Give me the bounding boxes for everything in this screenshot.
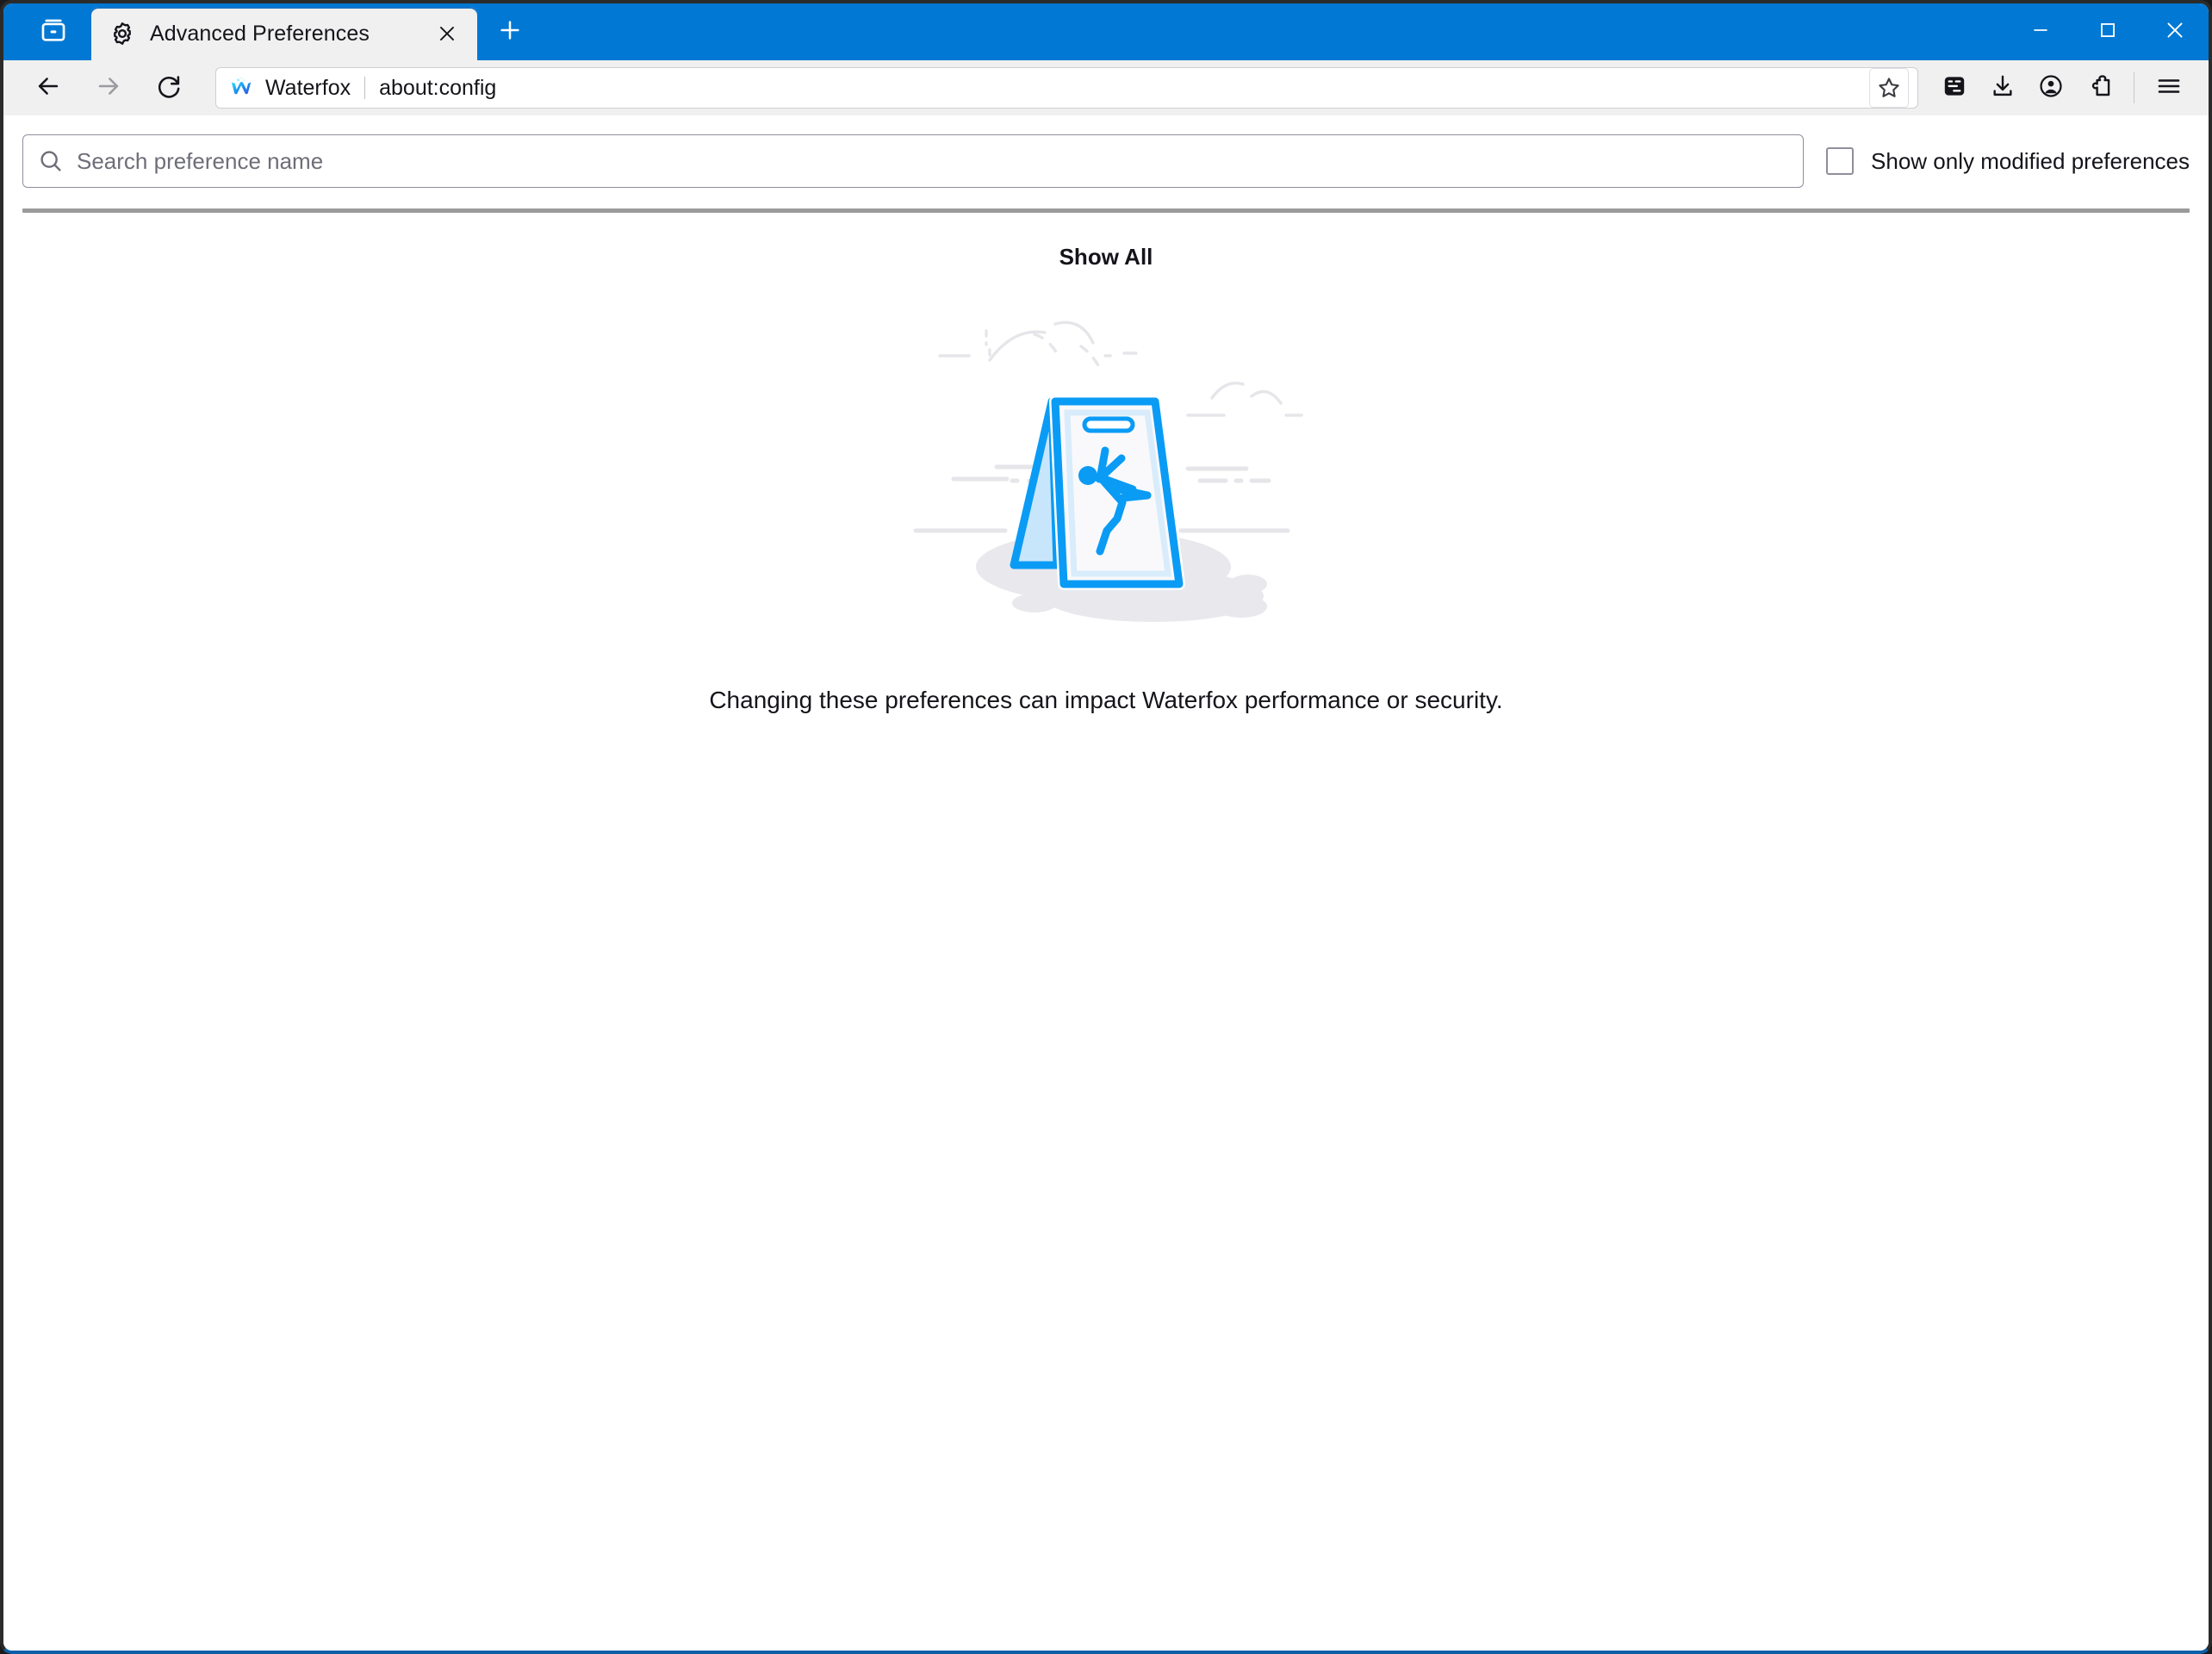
back-button[interactable] [24, 64, 72, 112]
new-tab-button[interactable] [486, 8, 534, 56]
puzzle-piece-icon [2085, 72, 2113, 104]
reload-icon [154, 72, 183, 105]
titlebar: Advanced Preferences [3, 3, 2209, 60]
navigation-toolbar: Waterfox about:config [3, 60, 2209, 115]
tab-close-button[interactable] [429, 16, 465, 52]
firefox-view-button[interactable] [22, 7, 84, 57]
close-button[interactable] [2141, 3, 2209, 60]
about-config-page: Show only modified preferences Show All [3, 115, 2209, 1651]
close-icon [2163, 18, 2187, 47]
minimize-button[interactable] [2007, 3, 2074, 60]
wet-floor-caution-sign-illustration [904, 293, 1308, 642]
window-controls [2007, 3, 2209, 60]
urlbar-brand-label: Waterfox [265, 75, 351, 100]
illustration-container [3, 293, 2209, 642]
waterfox-logo-icon [228, 75, 254, 101]
content-divider [22, 208, 2190, 213]
gear-icon [109, 20, 136, 47]
forward-button [84, 64, 133, 112]
extensions-button[interactable] [2075, 64, 2123, 112]
app-menu-button[interactable] [2145, 64, 2193, 112]
account-circle-icon [2037, 72, 2065, 104]
show-all-button[interactable]: Show All [3, 244, 2209, 270]
save-to-pocket-button[interactable] [1930, 64, 1979, 112]
tabstrip: Advanced Preferences [84, 3, 2007, 60]
maximize-icon [2097, 19, 2119, 46]
search-row: Show only modified preferences [3, 115, 2209, 188]
search-input[interactable] [77, 147, 1790, 175]
download-icon [1989, 72, 2016, 104]
downloads-button[interactable] [1979, 64, 2027, 112]
browser-window: Advanced Preferences Waterfox about:conf… [0, 0, 2212, 1654]
search-preference-box[interactable] [22, 134, 1805, 188]
show-only-modified-label: Show only modified preferences [1871, 147, 2190, 174]
urlbar-text[interactable]: about:config [379, 76, 1869, 101]
show-only-modified-checkbox[interactable] [1826, 147, 1855, 175]
tab-advanced-preferences[interactable]: Advanced Preferences [91, 7, 477, 60]
search-icon [37, 147, 65, 175]
tab-list-icon [39, 16, 68, 49]
minimize-icon [2029, 19, 2052, 46]
show-only-modified-row[interactable]: Show only modified preferences [1826, 147, 2190, 175]
arrow-right-icon [94, 72, 123, 105]
arrow-left-icon [34, 72, 63, 105]
warning-message: Changing these preferences can impact Wa… [709, 687, 1503, 713]
pocket-icon [1941, 72, 1968, 104]
plus-icon [497, 17, 523, 47]
urlbar-separator [364, 77, 366, 99]
url-bar[interactable]: Waterfox about:config [215, 67, 1918, 109]
reload-button[interactable] [145, 64, 193, 112]
tab-title: Advanced Preferences [150, 21, 370, 46]
account-button[interactable] [2027, 64, 2075, 112]
hamburger-menu-icon [2154, 72, 2184, 105]
bookmark-star-button[interactable] [1869, 68, 1909, 108]
maximize-button[interactable] [2074, 3, 2141, 60]
